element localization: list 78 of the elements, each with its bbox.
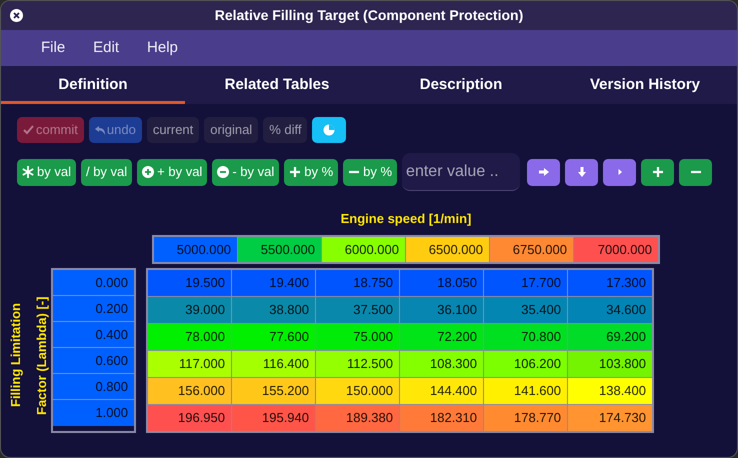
arrow-down-icon [576,166,588,178]
tab[interactable]: Description [369,66,553,104]
table-cell[interactable]: 72.200 [400,324,484,350]
menu-item[interactable]: Help [135,36,190,60]
column-header: 6500.000 [406,237,490,262]
asterisk-icon [22,166,34,178]
table-cell[interactable]: 116.400 [232,351,316,377]
arrow-right-icon [538,166,550,178]
view-button[interactable]: original [204,117,258,143]
minus-circle-icon [217,166,230,178]
column-header: 7000.000 [574,237,658,262]
row-header: 0.200 [53,296,134,322]
operation-button[interactable]: by % [343,158,398,186]
table-cell[interactable]: 195.940 [232,405,316,431]
table-cell[interactable]: 69.200 [568,324,652,350]
menu-item[interactable]: Edit [81,36,132,60]
operation-button[interactable]: by val [17,158,76,186]
undo-icon [94,126,105,134]
check-icon [23,125,34,135]
table-cell[interactable]: 75.000 [316,324,400,350]
table-cell[interactable]: 182.310 [400,405,484,431]
operation-button[interactable]: by % [284,158,338,186]
operation-button[interactable]: - by val [212,158,280,186]
close-icon[interactable] [10,9,23,22]
tab[interactable]: Related Tables [185,66,369,104]
table-cell[interactable]: 103.800 [568,351,652,377]
row-header: 0.000 [53,270,134,296]
table-cell[interactable]: 36.100 [400,297,484,323]
axis-label: Filling Limitation Factor (Lambda) [-] [7,295,50,417]
row-header: 0.800 [53,374,134,400]
column-header: 5500.000 [238,237,322,262]
view-button[interactable]: current [146,117,200,143]
table-cell[interactable]: 178.770 [484,405,568,431]
menu-item[interactable]: File [29,36,78,60]
table-cell[interactable]: 155.200 [232,378,316,404]
table-cell[interactable]: 77.600 [232,324,316,350]
table-cell[interactable]: 39.000 [148,297,232,323]
remove-button[interactable] [679,158,712,186]
table-cell[interactable]: 117.000 [148,351,232,377]
table-cell[interactable]: 37.500 [316,297,400,323]
table-cell[interactable]: 189.380 [316,405,400,431]
table-cell[interactable]: 38.800 [232,297,316,323]
table-cell[interactable]: 144.400 [400,378,484,404]
table-cell[interactable]: 78.000 [148,324,232,350]
pie-chart-icon [323,124,336,136]
table-cell[interactable]: 108.300 [400,351,484,377]
navigation-button[interactable] [565,158,598,186]
table-cell[interactable]: 112.500 [316,351,400,377]
operation-button[interactable]: + by val [137,158,208,186]
window-title: Relative Filling Target (Component Protection) [214,6,524,25]
table-cell[interactable]: 150.000 [316,378,400,404]
tab[interactable]: Version History [553,66,737,104]
table-cell[interactable]: 156.000 [148,378,232,404]
plus-icon [652,166,664,178]
row-header: 0.400 [53,322,134,348]
table-cell[interactable]: 70.800 [484,324,568,350]
column-header: 6750.000 [490,237,574,262]
navigation-button[interactable] [527,158,560,186]
chart-button[interactable] [312,117,346,143]
plus-circle-icon [142,166,154,178]
axis-label: Engine speed [1/min] [340,211,472,228]
table-cell[interactable]: 35.400 [484,297,568,323]
column-header: 5000.000 [154,237,238,262]
table-cell[interactable]: 106.200 [484,351,568,377]
view-button[interactable]: % diff [263,117,308,143]
add-button[interactable] [641,158,674,186]
row-header: 1.000 [53,400,134,426]
table-cell[interactable]: 196.950 [148,405,232,431]
operation-button[interactable]: / by val [80,158,132,186]
table-cell[interactable]: 141.600 [484,378,568,404]
column-header: 6000.000 [322,237,406,262]
table-cell[interactable]: 34.600 [568,297,652,323]
tab[interactable]: Definition [1,66,185,104]
plus-icon [289,166,302,178]
row-header: 0.600 [53,348,134,374]
table-cell[interactable]: 138.400 [568,378,652,404]
table-cell[interactable]: 174.730 [568,405,652,431]
value-field[interactable]: enter value .. [402,153,520,191]
